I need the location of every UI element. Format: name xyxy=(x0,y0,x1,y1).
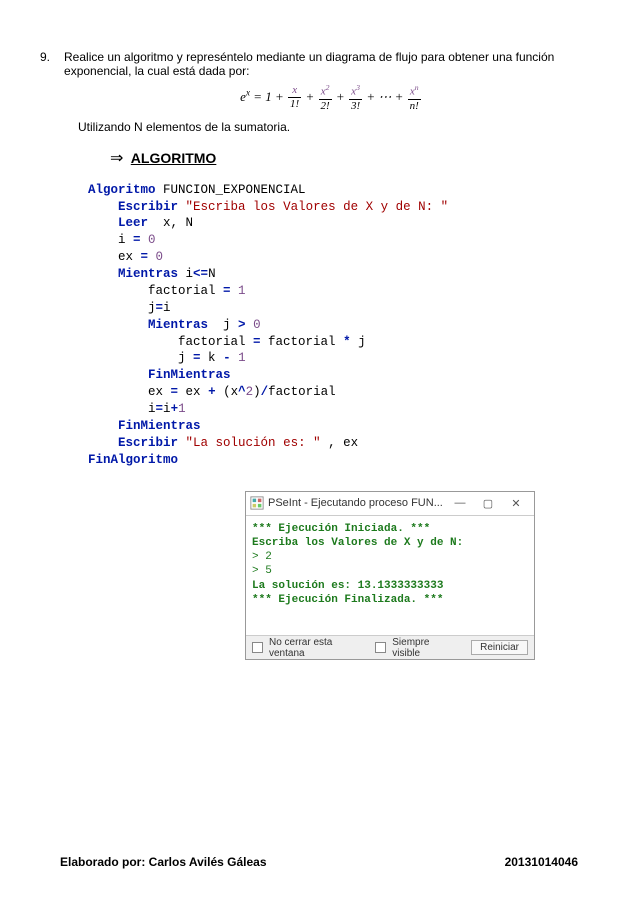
footer: Elaborado por: Carlos Avilés Gáleas 2013… xyxy=(60,855,578,869)
arrow-icon: ⇒ xyxy=(110,150,123,167)
footer-author: Elaborado por: Carlos Avilés Gáleas xyxy=(60,855,267,869)
opt-always-visible-label: Siempre visible xyxy=(392,637,459,659)
checkbox-always-visible[interactable] xyxy=(375,642,386,653)
statusbar: No cerrar esta ventana Siempre visible R… xyxy=(246,635,534,659)
console-line: Escriba los Valores de X y de N: xyxy=(252,536,528,550)
console-line: *** Ejecución Finalizada. *** xyxy=(252,593,528,607)
opt-no-close-label: No cerrar esta ventana xyxy=(269,637,369,659)
problem-text: Realice un algoritmo y represéntelo medi… xyxy=(64,50,554,78)
console-line: *** Ejecución Iniciada. *** xyxy=(252,522,528,536)
problem-tail: Utilizando N elementos de la sumatoria. xyxy=(78,120,598,134)
checkbox-no-close[interactable] xyxy=(252,642,263,653)
algorithm-heading: ⇒ ALGORITMO xyxy=(110,148,598,168)
maximize-button[interactable]: ▢ xyxy=(474,494,502,512)
titlebar: PSeInt - Ejecutando proceso FUN... — ▢ ✕ xyxy=(246,492,534,516)
close-button[interactable]: ✕ xyxy=(502,494,530,512)
formula: ex = 1 + x1! + x22! + x33! + ⋯ + xnn! xyxy=(64,84,598,112)
app-icon xyxy=(250,496,264,510)
minimize-button[interactable]: — xyxy=(446,494,474,512)
problem-number: 9. xyxy=(40,50,50,116)
console-window: PSeInt - Ejecutando proceso FUN... — ▢ ✕… xyxy=(245,491,535,661)
console-line: > 5 xyxy=(252,564,528,578)
console-line: La solución es: 13.1333333333 xyxy=(252,579,528,593)
console-body: *** Ejecución Iniciada. *** Escriba los … xyxy=(246,516,534,636)
footer-id: 20131014046 xyxy=(505,855,578,869)
code-block: Algoritmo FUNCION_EXPONENCIAL Escribir "… xyxy=(88,182,598,469)
console-line: > 2 xyxy=(252,550,528,564)
window-title: PSeInt - Ejecutando proceso FUN... xyxy=(268,497,446,509)
restart-button[interactable]: Reiniciar xyxy=(471,640,528,655)
